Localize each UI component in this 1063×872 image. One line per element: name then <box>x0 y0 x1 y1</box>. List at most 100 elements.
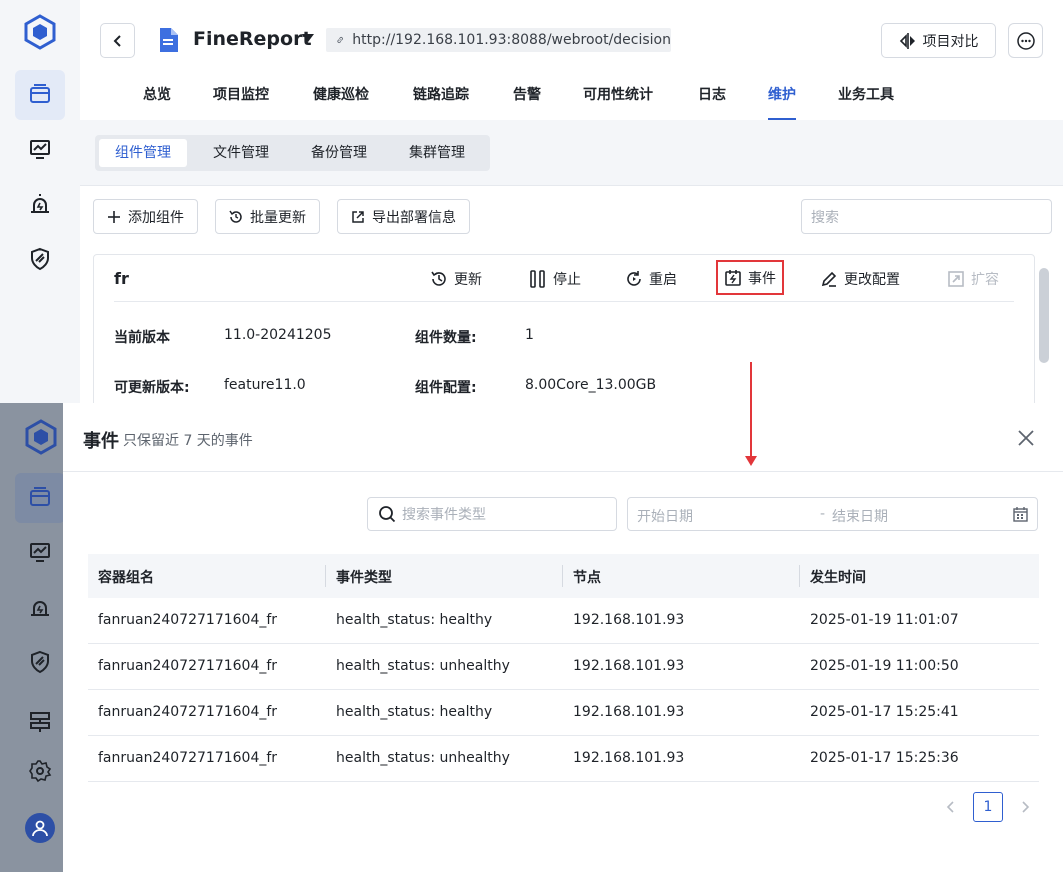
batch-update-button[interactable]: 批量更新 <box>215 199 320 234</box>
change-config-action[interactable]: 更改配置 <box>820 263 900 295</box>
chevron-left-icon[interactable] <box>943 799 959 815</box>
current-version-value: 11.0-20241205 <box>224 327 332 343</box>
subtab-file-management[interactable]: 文件管理 <box>197 139 285 167</box>
column-separator <box>562 565 563 587</box>
component-name: fr <box>114 269 129 288</box>
start-date-input[interactable]: 开始日期 <box>637 506 693 526</box>
avatar[interactable] <box>25 813 55 843</box>
back-button[interactable] <box>100 23 135 58</box>
events-label: 事件 <box>748 270 776 287</box>
expand-icon <box>948 271 964 287</box>
compare-icon <box>899 32 915 49</box>
table-row: fanruan240727171604_fr health_status: un… <box>88 644 1039 690</box>
cell-node: 192.168.101.93 <box>573 612 685 628</box>
shield-icon <box>31 247 49 271</box>
more-button[interactable] <box>1008 23 1043 58</box>
cell-event-type: health_status: healthy <box>336 704 493 720</box>
sidebar-item-monitor[interactable] <box>15 527 65 577</box>
export-deployment-label: 导出部署信息 <box>372 209 456 226</box>
column-header-node: 节点 <box>573 570 601 586</box>
update-action[interactable]: 更新 <box>430 263 482 295</box>
shield-icon <box>31 650 49 674</box>
tab-logs[interactable]: 日志 <box>698 84 726 120</box>
column-header-time: 发生时间 <box>810 570 866 586</box>
app-switch-caret-icon[interactable] <box>302 34 314 42</box>
stop-action[interactable]: 停止 <box>529 263 581 295</box>
component-config-value: 8.00Core_13.00GB <box>525 377 657 393</box>
url-display[interactable]: http://192.168.101.93:8088/webroot/decis… <box>326 28 671 52</box>
sidebar-item-security[interactable] <box>15 234 65 284</box>
updatable-version-label: 可更新版本: <box>114 380 190 396</box>
sidebar-item-components[interactable] <box>15 70 65 120</box>
restart-label: 重启 <box>649 272 677 288</box>
cell-container-group: fanruan240727171604_fr <box>98 612 278 628</box>
subtab-component-management[interactable]: 组件管理 <box>99 139 187 167</box>
project-compare-button[interactable]: 项目对比 <box>881 23 996 58</box>
tab-availability[interactable]: 可用性统计 <box>583 84 653 120</box>
chevron-left-icon <box>113 34 121 47</box>
table-row: fanruan240727171604_fr health_status: he… <box>88 598 1039 644</box>
sidebar-item-components[interactable] <box>15 473 65 523</box>
events-action[interactable]: 事件 <box>716 260 784 295</box>
tab-alerts[interactable]: 告警 <box>513 84 541 120</box>
calendar-icon <box>1013 507 1028 522</box>
scrollbar[interactable] <box>1039 268 1049 363</box>
date-separator: - <box>820 506 826 522</box>
sidebar-item-alarm[interactable] <box>15 179 65 229</box>
sidebar-item-monitor[interactable] <box>15 124 65 174</box>
subtab-cluster-management[interactable]: 集群管理 <box>393 139 481 167</box>
sidebar-item-settings[interactable] <box>15 746 65 796</box>
tab-project-monitor[interactable]: 项目监控 <box>213 84 269 120</box>
batch-update-label: 批量更新 <box>250 209 306 226</box>
tab-maintenance[interactable]: 维护 <box>768 84 796 120</box>
date-range-picker[interactable]: 开始日期 - 结束日期 <box>627 497 1038 531</box>
link-icon <box>337 37 343 43</box>
chevron-right-icon[interactable] <box>1017 799 1033 815</box>
sidebar-item-structure[interactable] <box>15 697 65 747</box>
component-card: fr 更新 停止 重启 事件 更改配置 扩容 当前版本 11.0-2024120… <box>93 254 1035 414</box>
update-label: 更新 <box>454 272 482 288</box>
tab-tracing[interactable]: 链路追踪 <box>413 84 469 120</box>
search-icon <box>379 506 396 523</box>
export-deployment-button[interactable]: 导出部署信息 <box>337 199 470 234</box>
cell-node: 192.168.101.93 <box>573 704 685 720</box>
monitor-chart-icon <box>30 543 50 562</box>
sidebar-item-security[interactable] <box>15 637 65 687</box>
restart-action[interactable]: 重启 <box>625 263 677 295</box>
cell-time: 2025-01-17 15:25:41 <box>810 704 959 720</box>
add-component-button[interactable]: 添加组件 <box>93 199 198 234</box>
pagination: 1 <box>943 792 1033 822</box>
app-logo-icon <box>24 14 56 50</box>
subtab-backup-management[interactable]: 备份管理 <box>295 139 383 167</box>
alarm-icon <box>31 194 49 213</box>
cell-node: 192.168.101.93 <box>573 658 685 674</box>
column-header-container-group: 容器组名 <box>98 570 154 586</box>
tab-overview[interactable]: 总览 <box>143 84 171 120</box>
app-logo-icon <box>25 419 57 455</box>
event-type-search-input[interactable]: 搜索事件类型 <box>367 497 617 531</box>
sidebar-item-alarm[interactable] <box>15 582 65 632</box>
layers-icon <box>30 84 50 103</box>
scale-action[interactable]: 扩容 <box>947 263 999 295</box>
tab-health-check[interactable]: 健康巡检 <box>313 84 369 120</box>
events-table: 容器组名 事件类型 节点 发生时间 fanruan240727171604_fr… <box>88 554 1039 782</box>
gear-icon <box>29 760 52 783</box>
component-search-input[interactable]: 搜索 <box>801 199 1052 234</box>
close-icon[interactable] <box>1015 427 1037 449</box>
event-type-search-placeholder: 搜索事件类型 <box>402 507 486 523</box>
component-config-label: 组件配置: <box>415 380 477 396</box>
alarm-icon <box>31 601 49 616</box>
monitor-chart-icon <box>30 140 50 159</box>
tab-business-tools[interactable]: 业务工具 <box>838 84 894 120</box>
cell-container-group: fanruan240727171604_fr <box>98 658 278 674</box>
end-date-input[interactable]: 结束日期 <box>832 506 888 526</box>
user-icon <box>32 820 48 837</box>
card-divider <box>114 301 1014 302</box>
annotation-arrow-head <box>745 456 757 466</box>
page-number[interactable]: 1 <box>973 792 1003 822</box>
update-icon <box>431 271 446 286</box>
cell-container-group: fanruan240727171604_fr <box>98 750 278 766</box>
refresh-icon <box>229 210 242 223</box>
table-header: 容器组名 事件类型 节点 发生时间 <box>88 554 1039 598</box>
sub-tabs: 组件管理 文件管理 备份管理 集群管理 <box>95 135 490 171</box>
